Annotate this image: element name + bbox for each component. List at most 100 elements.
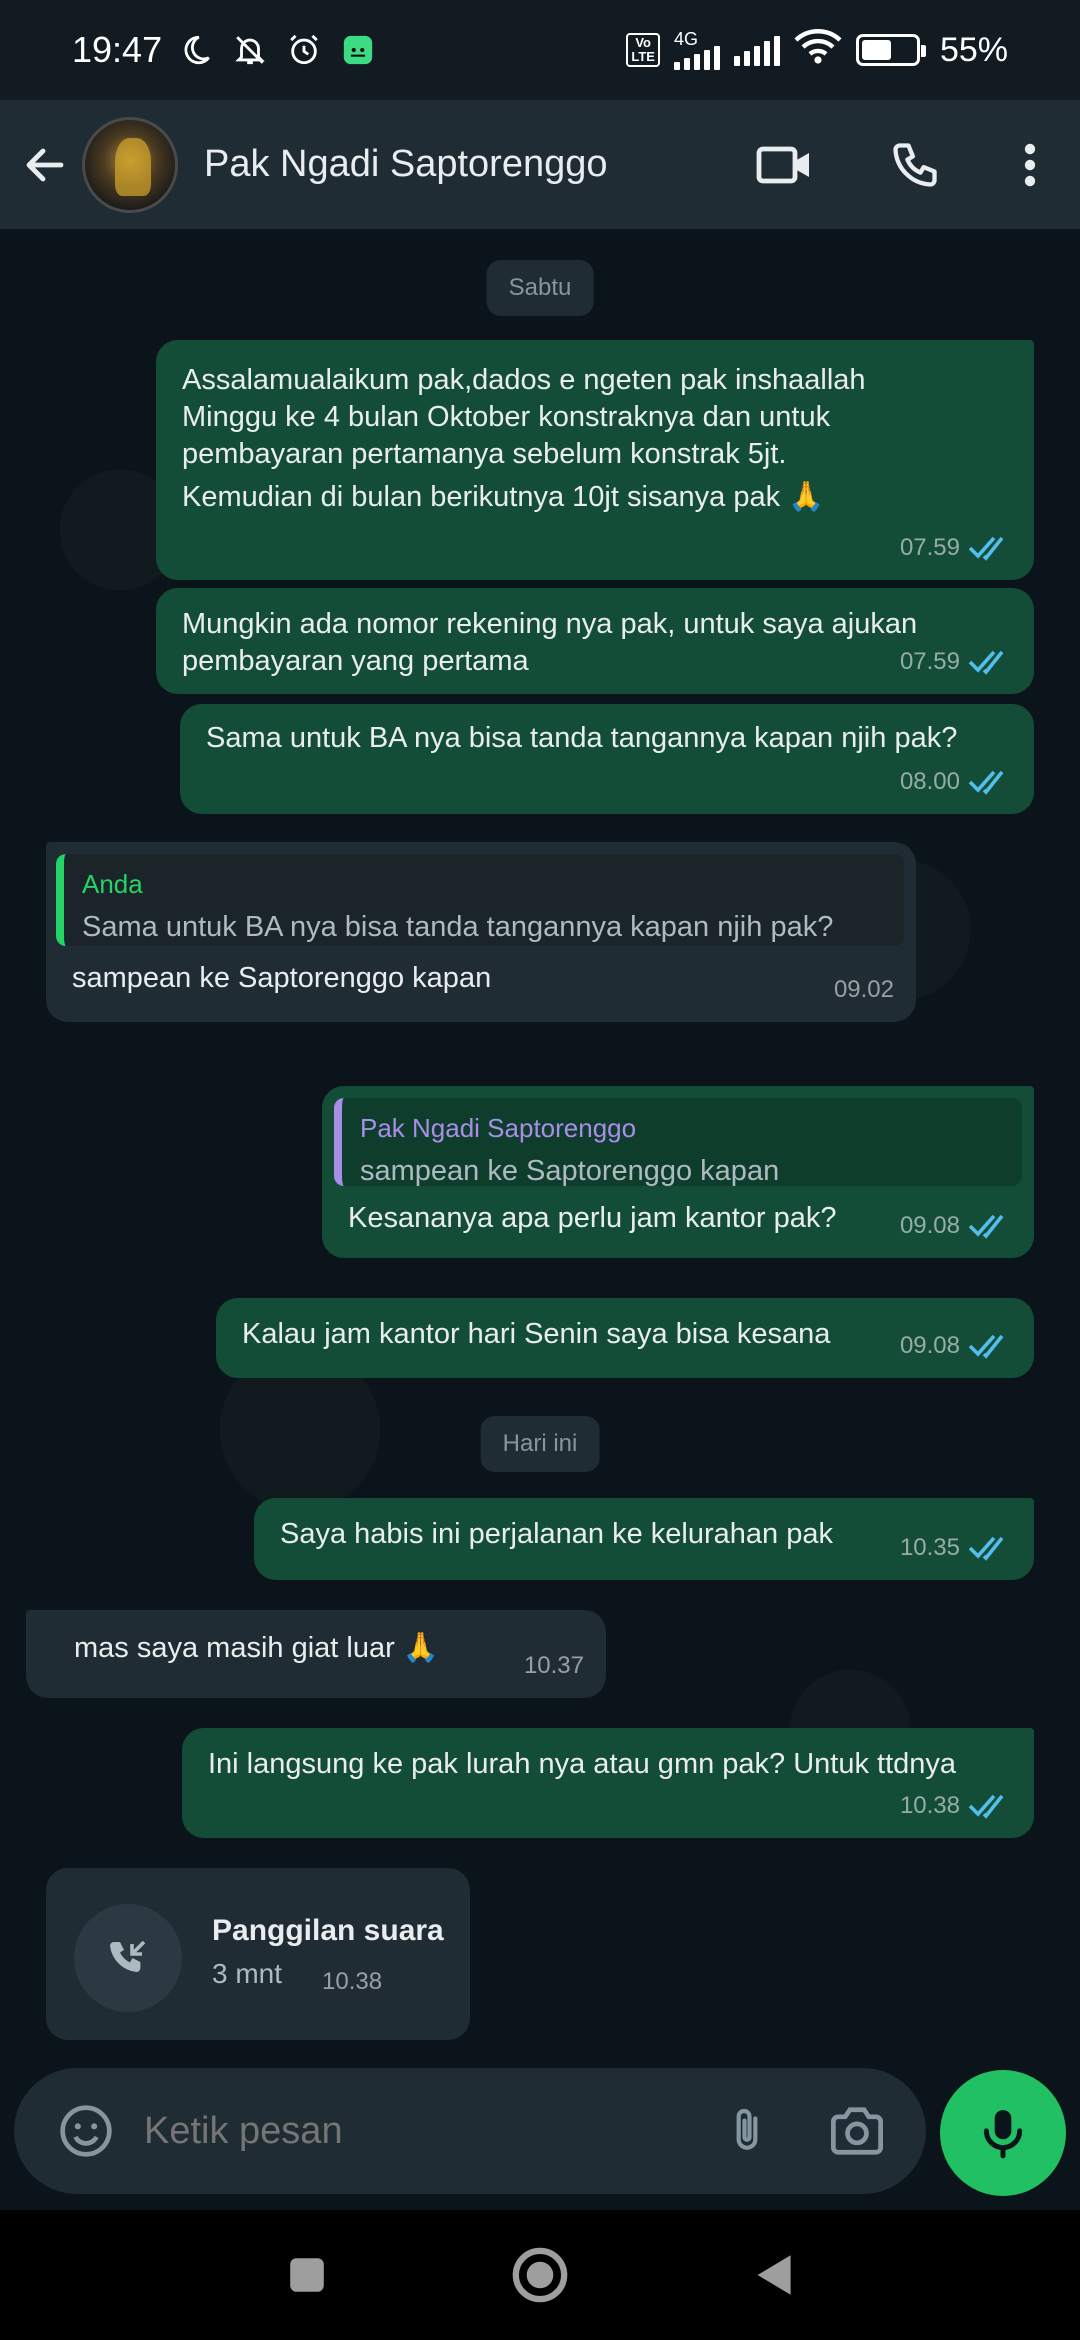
status-time: 19:47 [72,29,163,70]
date-chip-saturday: Sabtu [486,260,594,316]
video-call-button[interactable] [720,100,850,230]
chat-header: Pak Ngadi Saptorenggo [0,100,1080,230]
quoted-message[interactable]: Pak Ngadi Saptorenggo sampean ke Saptore… [334,1098,1022,1187]
video-camera-icon [756,146,809,183]
voice-call-button[interactable] [850,100,980,230]
read-ticks-icon [968,534,1012,562]
recents-button[interactable] [257,2225,357,2325]
chat-area[interactable]: Sabtu Assalamualaikum pak,dados e ngeten… [0,230,1080,2070]
date-chip-today: Hari ini [480,1416,600,1472]
message-text-line: Assalamualaikum pak,dados e ngeten pak i… [182,364,866,396]
home-circle-icon [512,2247,568,2303]
triangle-back-icon [757,2255,791,2295]
signal-bars-icon [673,46,720,70]
do-not-disturb-icon [176,30,216,70]
mic-button[interactable] [940,2070,1066,2196]
alarm-icon [284,30,324,70]
back-button[interactable] [0,100,90,230]
quoted-text: Sama untuk BA nya bisa tanda tangannya k… [82,911,834,943]
quoted-message[interactable]: Anda Sama untuk BA nya bisa tanda tangan… [56,854,904,946]
quoted-text: sampean ke Saptorenggo kapan [360,1155,780,1187]
message-text-line: Saya habis ini perjalanan ke kelurahan p… [280,1518,833,1550]
quoted-sender: Anda [82,869,143,899]
message-bubble[interactable]: Saya habis ini perjalanan ke kelurahan p… [254,1498,1034,1580]
incoming-call-icon [110,1940,146,1972]
phone-icon [893,142,937,187]
message-bubble[interactable]: mas saya masih giat luar 🙏 10.37 [26,1610,606,1698]
emoji-button[interactable] [36,2068,136,2194]
message-text-line: Mungkin ada nomor rekening nya pak, untu… [182,608,918,640]
message-time: 10.35 [899,1534,960,1561]
back-nav-button[interactable] [723,2225,823,2325]
message-text-line: pembayaran pertamanya sebelum konstrak 5… [182,438,787,470]
message-meta: 10.37 [524,1647,584,1684]
volte-icon: Vo LTE [626,33,660,67]
message-time: 09.08 [899,1212,960,1239]
read-ticks-icon [968,768,1012,796]
read-ticks-icon [968,1534,1012,1562]
message-bubble[interactable]: Assalamualaikum pak,dados e ngeten pak i… [156,340,1034,580]
status-right: Vo LTE 4G 55% [626,28,1008,73]
battery-icon [855,34,926,66]
message-text-line: sampean ke Saptorenggo kapan [72,962,492,994]
message-time: 10.37 [523,1652,584,1679]
home-button[interactable] [490,2225,590,2325]
message-bubble[interactable]: Mungkin ada nomor rekening nya pak, untu… [156,588,1034,694]
message-text-line: pembayaran yang pertama [182,645,529,677]
avatar[interactable] [82,116,178,213]
message-time: 07.59 [899,648,960,675]
message-bubble[interactable]: Ini langsung ke pak lurah nya atau gmn p… [182,1728,1034,1838]
signal-bars-2-icon [733,34,780,66]
message-text-line: Kemudian di bulan berikutnya 10jt sisany… [182,481,825,513]
message-text-line: Ini langsung ke pak lurah nya atau gmn p… [208,1748,957,1780]
bell-off-icon [230,30,270,70]
mic-icon [983,2110,1023,2159]
emoji-icon [60,2105,112,2157]
quoted-sender: Pak Ngadi Saptorenggo [360,1113,637,1143]
message-meta: 10.35 [900,1529,1012,1566]
read-ticks-icon [968,648,1012,676]
message-bubble[interactable]: Pak Ngadi Saptorenggo sampean ke Saptore… [322,1086,1034,1258]
app-notification-icon [338,30,378,70]
call-title: Panggilan suara [212,1914,444,1947]
paperclip-icon [736,2108,758,2150]
message-time: 07.59 [899,534,960,561]
more-vert-icon [1024,143,1036,186]
message-time: 09.02 [833,976,894,1003]
menu-button[interactable] [980,100,1080,230]
read-ticks-icon [968,1332,1012,1360]
message-input[interactable] [144,2109,692,2153]
call-icon-circle [74,1904,182,2012]
message-text-line: Sama untuk BA nya bisa tanda tangannya k… [206,722,958,754]
message-time: 09.08 [899,1332,960,1359]
status-left: 19:47 [72,29,378,71]
message-meta: 08.00 [900,763,1012,800]
message-input-bar [14,2068,926,2194]
voice-call-card[interactable]: Panggilan suara 3 mnt 10.38 [46,1868,470,2040]
message-meta: 09.08 [900,1207,1012,1244]
message-bubble[interactable]: Sama untuk BA nya bisa tanda tangannya k… [180,704,1034,814]
message-bubble[interactable]: Kalau jam kantor hari Senin saya bisa ke… [216,1298,1034,1378]
wifi-icon [794,28,842,73]
square-icon [289,2258,324,2292]
read-ticks-icon [968,1212,1012,1240]
system-nav-bar [0,2210,1080,2340]
message-time: 08.00 [899,768,960,795]
arrow-left-icon [26,148,64,181]
battery-percent: 55% [939,30,1008,69]
message-time: 10.38 [899,1792,960,1819]
message-meta: 07.59 [900,643,1012,680]
attach-button[interactable] [692,2068,802,2194]
message-meta: 10.38 [900,1787,1012,1824]
camera-icon [831,2107,883,2155]
message-bubble[interactable]: Anda Sama untuk BA nya bisa tanda tangan… [46,842,916,1022]
camera-button[interactable] [802,2068,912,2194]
message-meta: 07.59 [900,529,1012,566]
contact-name[interactable]: Pak Ngadi Saptorenggo [204,143,720,186]
call-time: 10.38 [322,1968,383,1995]
message-meta: 09.02 [834,971,894,1008]
call-duration: 3 mnt [212,1958,283,1989]
read-ticks-icon [968,1792,1012,1820]
message-text-line: mas saya masih giat luar 🙏 [74,1632,439,1664]
message-text-line: Kalau jam kantor hari Senin saya bisa ke… [242,1318,831,1350]
